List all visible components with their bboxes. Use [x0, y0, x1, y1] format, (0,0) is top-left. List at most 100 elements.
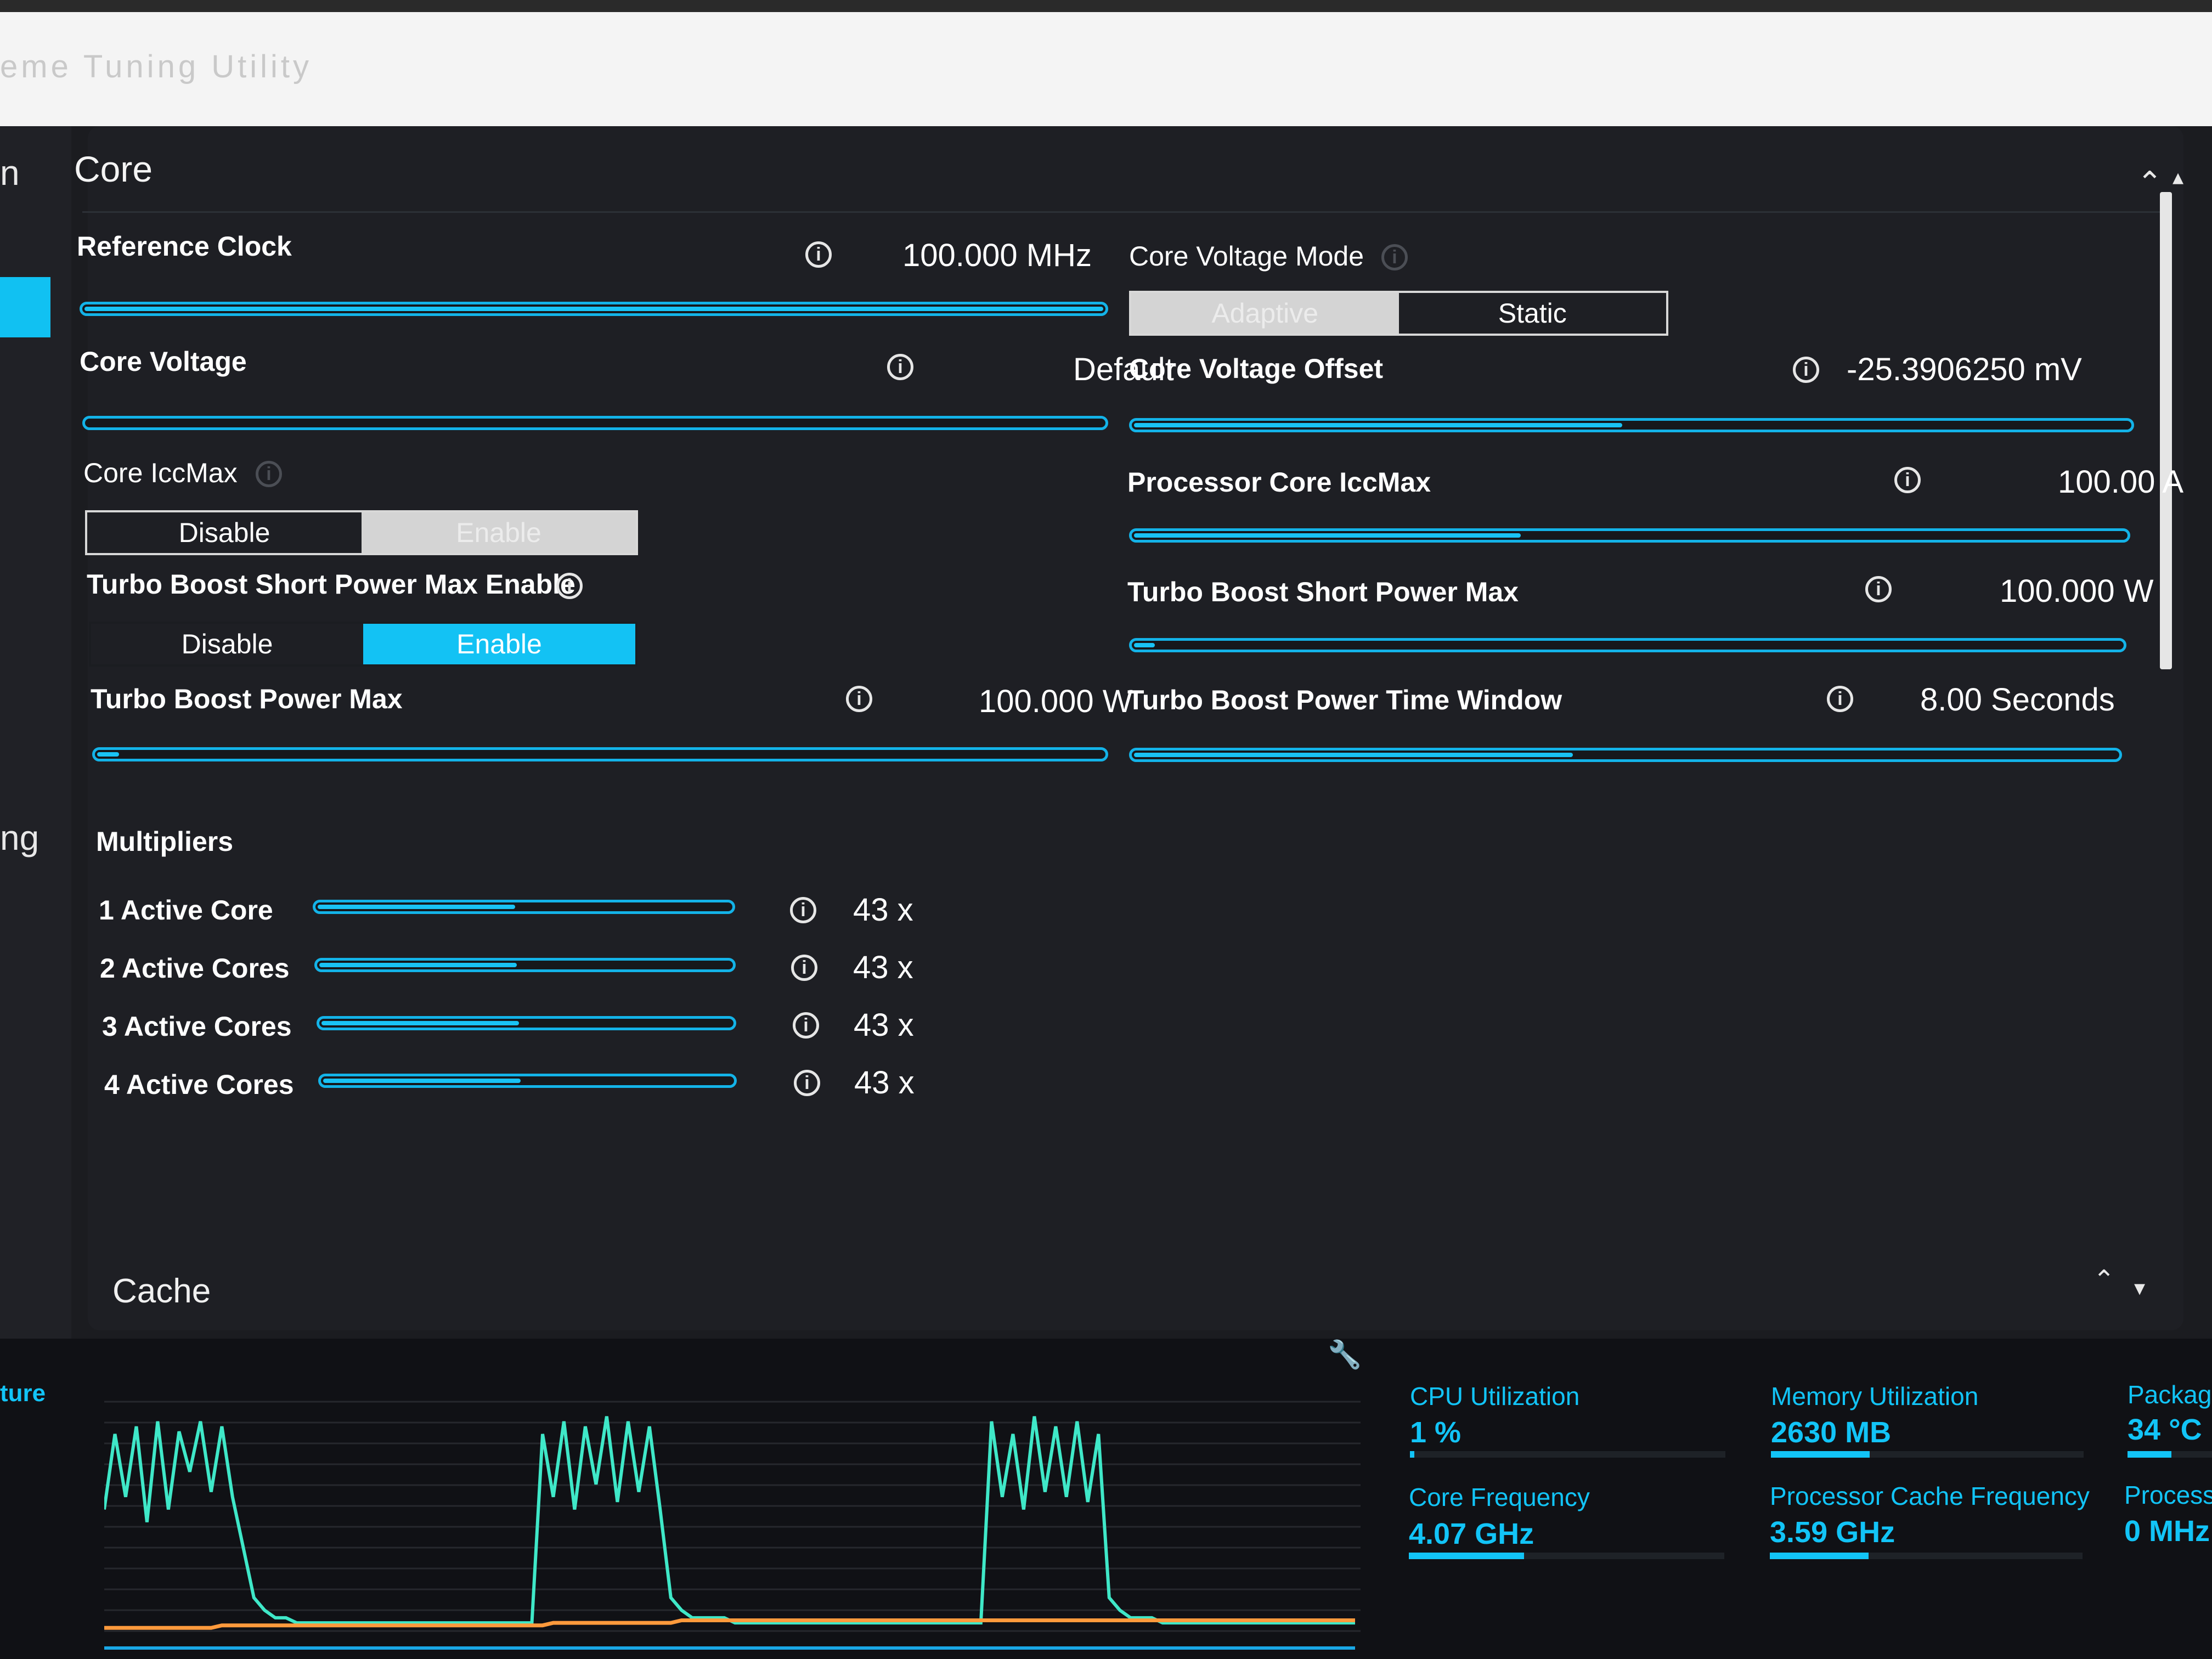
- core-voltage-mode-label: Core Voltage Mode: [1129, 241, 1364, 272]
- turbo-short-enable-toggle[interactable]: Disable Enable: [89, 622, 637, 667]
- monitor-metric-fragment[interactable]: ture: [0, 1380, 46, 1407]
- stat-label: Packag: [2128, 1380, 2212, 1409]
- processor-core-iccmax-slider[interactable]: [1129, 528, 2130, 543]
- slider-fill: [1134, 423, 1622, 427]
- info-icon[interactable]: i: [791, 955, 817, 981]
- core-voltage-offset-label: Core Voltage Offset: [1129, 353, 1384, 384]
- stat-label: CPU Utilization: [1410, 1382, 1580, 1410]
- collapse-chevron-icon[interactable]: ⌃: [2137, 165, 2163, 201]
- turbo-power-time-window-value: 8.00 Seconds: [1920, 682, 2115, 718]
- option-disable[interactable]: Disable: [87, 512, 362, 553]
- slider-fill: [84, 307, 1103, 311]
- core-voltage-mode-toggle[interactable]: Adaptive Static: [1129, 291, 1668, 336]
- turbo-short-power-max-label: Turbo Boost Short Power Max: [1127, 577, 1519, 607]
- stat-value: 3.59 GHz: [1770, 1516, 1895, 1549]
- stat-bar: [1770, 1553, 2083, 1559]
- stat-bar: [2128, 1451, 2212, 1458]
- turbo-short-power-max-enable-label: Turbo Boost Short Power Max Enable: [87, 569, 575, 600]
- slider-fill: [323, 1079, 521, 1083]
- info-icon[interactable]: i: [793, 1012, 819, 1039]
- turbo-short-power-max-slider[interactable]: [1129, 638, 2126, 652]
- info-icon[interactable]: i: [256, 461, 282, 487]
- section-title[interactable]: Core: [74, 148, 153, 190]
- info-icon[interactable]: i: [1793, 357, 1819, 383]
- stat-value: 34 °C: [2128, 1413, 2202, 1446]
- core-iccmax-toggle[interactable]: Disable Enable: [85, 510, 638, 555]
- multiplier-slider[interactable]: [317, 1016, 736, 1030]
- slider-fill: [321, 1021, 519, 1025]
- info-icon[interactable]: i: [794, 1070, 820, 1096]
- info-icon[interactable]: i: [805, 241, 832, 268]
- slider-fill: [319, 963, 517, 967]
- multiplier-row-label: 1 Active Core: [99, 895, 273, 926]
- slider-fill: [1134, 643, 1155, 647]
- nav-item-fragment[interactable]: ng: [0, 817, 39, 858]
- option-adaptive[interactable]: Adaptive: [1131, 293, 1399, 334]
- info-icon[interactable]: i: [1827, 686, 1853, 712]
- reference-clock-slider[interactable]: [80, 302, 1108, 316]
- app-title: eme Tuning Utility: [0, 49, 312, 84]
- stat-bar-fill: [1409, 1553, 1524, 1559]
- stat-label: Processor Cache Frequency: [1770, 1482, 2090, 1510]
- stat-bar-fill: [2128, 1451, 2171, 1458]
- stat-value: 2630 MB: [1771, 1416, 1892, 1449]
- chart-series-line: [104, 1416, 1355, 1625]
- turbo-power-max-value: 100.000 W: [979, 684, 1133, 719]
- slider-fill: [97, 752, 119, 757]
- turbo-power-time-window-label: Turbo Boost Power Time Window: [1127, 685, 1562, 715]
- slider-fill: [318, 905, 515, 909]
- title-bar: [0, 0, 2212, 126]
- processor-core-iccmax-value: 100.00 A: [2058, 464, 2183, 500]
- stat-value: 0 MHz: [2124, 1515, 2210, 1548]
- stat-bar: [1410, 1451, 1725, 1458]
- slider-fill: [1134, 753, 1573, 757]
- collapse-chevron-icon[interactable]: ⌃: [2093, 1265, 2115, 1295]
- stat-label: Memory Utilization: [1771, 1382, 1979, 1410]
- nav-active-indicator[interactable]: [0, 277, 50, 337]
- core-voltage-offset-value: -25.3906250 mV: [1847, 352, 2082, 387]
- wrench-icon[interactable]: 🔧: [1328, 1339, 1362, 1371]
- scrollbar-thumb[interactable]: [2160, 192, 2172, 669]
- stat-bar: [1409, 1553, 1724, 1559]
- nav-item-fragment[interactable]: n: [0, 153, 20, 193]
- turbo-short-power-max-value: 100.000 W: [2000, 573, 2154, 609]
- multiplier-value: 43 x: [853, 892, 913, 928]
- processor-core-iccmax-label: Processor Core IccMax: [1127, 467, 1431, 498]
- cache-section-title[interactable]: Cache: [112, 1272, 211, 1311]
- option-enable[interactable]: Enable: [362, 512, 636, 553]
- info-icon[interactable]: i: [1894, 467, 1921, 493]
- info-icon[interactable]: i: [887, 354, 913, 380]
- core-voltage-offset-slider[interactable]: [1129, 418, 2134, 432]
- stat-value: 4.07 GHz: [1409, 1517, 1534, 1550]
- scroll-up-arrow-icon[interactable]: ▴: [2172, 165, 2183, 190]
- stat-bar-fill: [1410, 1451, 1414, 1458]
- multiplier-slider[interactable]: [318, 1074, 737, 1088]
- stat-bar-fill: [1771, 1451, 1870, 1458]
- stat-bar: [1771, 1451, 2084, 1458]
- divider: [82, 211, 2162, 213]
- multiplier-slider[interactable]: [314, 958, 736, 972]
- multiplier-value: 43 x: [854, 1007, 914, 1043]
- multiplier-slider[interactable]: [313, 900, 735, 914]
- scroll-down-arrow-icon[interactable]: ▾: [2134, 1276, 2145, 1301]
- core-voltage-label: Core Voltage: [80, 346, 247, 377]
- turbo-power-max-slider[interactable]: [92, 747, 1108, 761]
- option-static[interactable]: Static: [1399, 293, 1667, 334]
- info-icon[interactable]: i: [1381, 244, 1408, 270]
- turbo-power-time-window-slider[interactable]: [1129, 748, 2122, 762]
- info-icon[interactable]: i: [1865, 576, 1892, 602]
- turbo-power-max-label: Turbo Boost Power Max: [91, 684, 403, 714]
- option-enable[interactable]: Enable: [363, 624, 635, 664]
- core-iccmax-label: Core IccMax: [83, 458, 238, 488]
- multiplier-row-label: 4 Active Cores: [104, 1069, 294, 1100]
- slider-fill: [1134, 533, 1521, 538]
- stat-label: Core Frequency: [1409, 1483, 1590, 1511]
- info-icon[interactable]: i: [556, 573, 583, 599]
- info-icon[interactable]: i: [846, 686, 872, 712]
- info-icon[interactable]: i: [790, 897, 816, 923]
- multiplier-value: 43 x: [853, 950, 913, 985]
- window-top-strip: [0, 0, 2212, 12]
- option-disable[interactable]: Disable: [91, 624, 363, 664]
- reference-clock-value: 100.000 MHz: [902, 238, 1092, 273]
- core-voltage-slider[interactable]: [82, 416, 1108, 430]
